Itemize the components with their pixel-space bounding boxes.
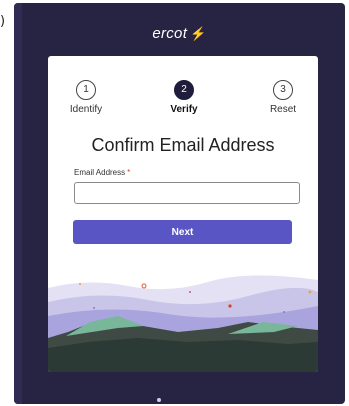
step-reset: 3 Reset <box>253 80 313 115</box>
ercot-logo: ercot ⚡ <box>14 25 345 42</box>
next-button[interactable]: Next <box>73 220 292 244</box>
reset-password-card: 1 Identify 2 Verify 3 Reset Confirm Emai… <box>48 56 318 372</box>
email-label: Email Address * <box>74 168 130 177</box>
cropped-text-fragment: ) <box>0 14 6 29</box>
bolt-icon: ⚡ <box>190 26 207 41</box>
step-verify: 2 Verify <box>154 80 214 115</box>
step-number: 2 <box>174 80 194 100</box>
step-label: Verify <box>170 104 198 115</box>
step-label: Reset <box>269 104 297 115</box>
landscape-illustration <box>48 256 318 372</box>
step-label: Identify <box>69 104 103 115</box>
frame-edge <box>14 3 22 404</box>
email-field[interactable] <box>74 182 300 204</box>
page-indicator-dot <box>157 398 161 402</box>
app-frame: ercot ⚡ 1 Identify 2 Verify 3 Reset Confi… <box>14 3 345 404</box>
step-number: 1 <box>76 80 96 100</box>
email-label-text: Email Address <box>74 168 126 177</box>
page-title: Confirm Email Address <box>91 135 275 155</box>
brand-name: ercot <box>152 25 188 42</box>
required-marker: * <box>127 168 131 177</box>
step-number: 3 <box>273 80 293 100</box>
step-identify: 1 Identify <box>56 80 116 115</box>
